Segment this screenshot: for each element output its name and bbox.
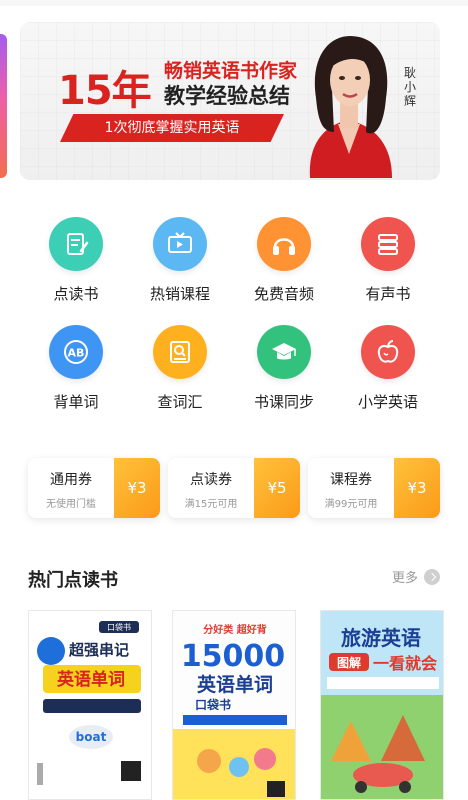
coupon-amount: ¥3 [114, 458, 160, 518]
coupon-condition: 满15元可用 [184, 499, 238, 510]
dictionary-search-icon [153, 325, 207, 379]
book-2-number: 15000 [181, 639, 285, 674]
menu-label: 免费音频 [253, 285, 314, 303]
menu-item-audiobooks[interactable]: 有声书 [340, 217, 436, 317]
book-1-title-2: 英语单词 [57, 669, 125, 690]
book-3-subtitle: 一看就会 [373, 654, 437, 673]
headphones-icon [257, 217, 311, 271]
book-cover-art: 口袋书 超强串记 英语单词 boat [29, 611, 151, 799]
menu-item-free-audio[interactable]: 免费音频 [236, 217, 332, 317]
menu-item-hot-courses[interactable]: 热销课程 [132, 217, 228, 317]
menu-label: 点读书 [53, 285, 99, 303]
book-2-subtitle: 口袋书 [195, 697, 231, 712]
menu-item-dictionary[interactable]: 查词汇 [132, 325, 228, 425]
menu-item-read-books[interactable]: 点读书 [28, 217, 124, 317]
book-1-word-tag: boat [76, 730, 107, 744]
banner-year: 15年 [58, 68, 152, 114]
menu-label: 书课同步 [253, 393, 314, 411]
book-read-icon [49, 217, 103, 271]
menu-label: 小学英语 [357, 393, 418, 411]
chevron-right-icon [424, 568, 441, 585]
menu-label: 背单词 [53, 393, 99, 411]
menu-item-vocabulary[interactable]: AB 背单词 [28, 325, 124, 425]
coupon-condition: 无使用门槛 [46, 499, 96, 510]
banner-headline-2: 教学经验总结 [164, 84, 290, 108]
coupon-amount: ¥5 [254, 458, 300, 518]
coupon-title: 通用券 [50, 472, 92, 488]
author-portrait [309, 36, 392, 178]
author-name: 耿小辉 [403, 66, 416, 108]
top-strip [0, 0, 468, 6]
previous-banner-peek[interactable] [0, 34, 7, 178]
coupon-title: 课程券 [330, 472, 372, 488]
menu-label: 热销课程 [149, 285, 210, 303]
coupon-amount: ¥3 [394, 458, 440, 518]
graduation-cap-icon [257, 325, 311, 379]
book-cover-art: 旅游英语 图解 一看就会 [321, 611, 443, 799]
book-cover-1[interactable]: 口袋书 超强串记 英语单词 boat [28, 610, 152, 800]
book-2-title: 英语单词 [197, 673, 273, 696]
book-2-tagline: 分好类 超好背 [203, 623, 266, 636]
section-title: 热门点读书 [28, 570, 118, 591]
coupon-title: 点读券 [190, 472, 232, 488]
coupon-info: 点读券 满15元可用 [168, 458, 254, 518]
menu-label: 查词汇 [157, 393, 203, 411]
book-cover-2[interactable]: 分好类 超好背 15000 英语单词 口袋书 [172, 610, 296, 800]
coupon-info: 通用券 无使用门槛 [28, 458, 114, 518]
svg-text:AB: AB [68, 347, 85, 360]
coupon-info: 课程券 满99元可用 [308, 458, 394, 518]
book-1-title-1: 超强串记 [68, 641, 129, 659]
menu-item-primary-english[interactable]: 小学英语 [340, 325, 436, 425]
book-1-badge: 口袋书 [107, 622, 131, 632]
book-cover-art: 分好类 超好背 15000 英语单词 口袋书 [173, 611, 295, 799]
book-3-title: 旅游英语 [341, 626, 421, 650]
menu-label: 有声书 [365, 285, 411, 303]
tv-icon [153, 217, 207, 271]
banner-headline-1: 畅销英语书作家 [164, 60, 298, 82]
promo-banner[interactable]: 15年 畅销英语书作家 教学经验总结 1次彻底掌握实用英语 耿小辉 [20, 22, 440, 180]
book-cover-3[interactable]: 旅游英语 图解 一看就会 [320, 610, 444, 800]
ab-letters-icon: AB [49, 325, 103, 379]
coupon-reading[interactable]: 点读券 满15元可用 ¥5 [168, 458, 300, 518]
more-link[interactable]: 更多 [392, 567, 441, 586]
menu-item-book-course-sync[interactable]: 书课同步 [236, 325, 332, 425]
banner-ribbon: 1次彻底掌握实用英语 [60, 114, 284, 142]
coupon-general[interactable]: 通用券 无使用门槛 ¥3 [28, 458, 160, 518]
coupon-condition: 满99元可用 [324, 499, 378, 510]
stacked-books-icon [361, 217, 415, 271]
book-3-badge: 图解 [337, 655, 361, 670]
more-label: 更多 [392, 571, 419, 586]
apple-icon [361, 325, 415, 379]
coupon-course[interactable]: 课程券 满99元可用 ¥3 [308, 458, 440, 518]
